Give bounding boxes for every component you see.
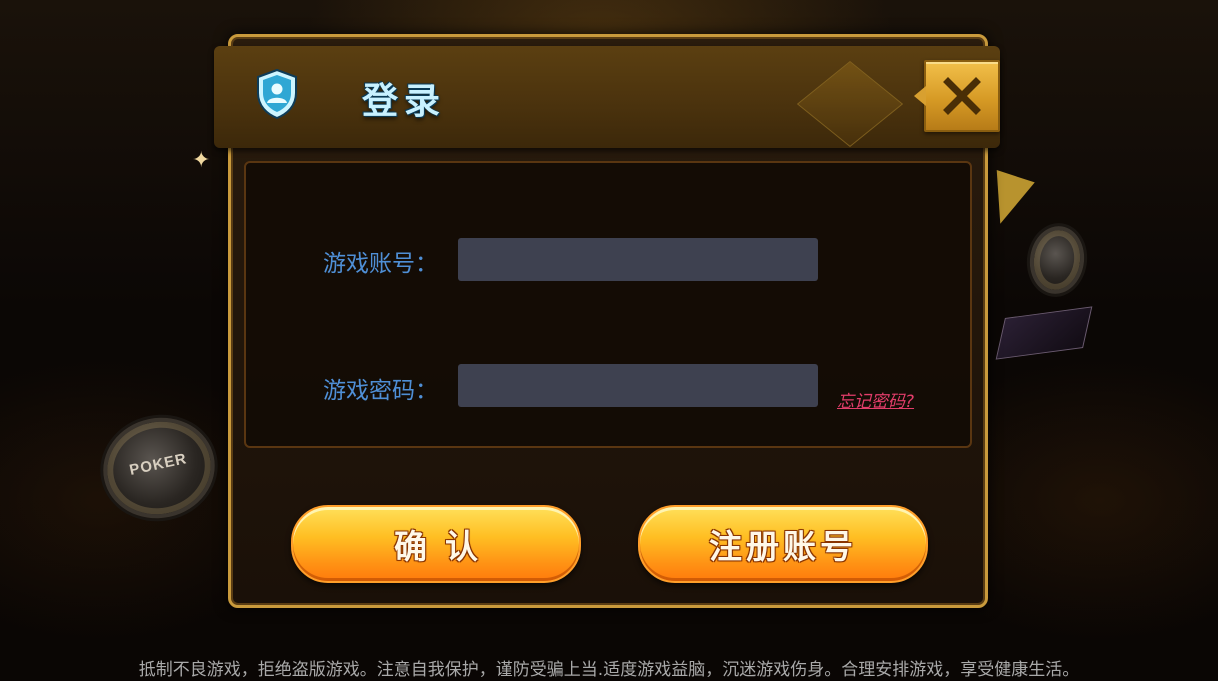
confirm-button-label: 确认: [394, 527, 496, 566]
gold-triangle-decoration: [981, 170, 1035, 230]
register-button[interactable]: 注册账号: [638, 505, 928, 583]
password-label: 游戏密码：: [323, 378, 438, 404]
chip-decoration-right: [1025, 222, 1089, 298]
dialog-title: 登录: [362, 81, 447, 122]
password-input[interactable]: [458, 364, 818, 407]
shield-user-icon: [257, 68, 297, 120]
poker-chip-text: POKER: [127, 450, 189, 479]
poker-chip-decoration: POKER: [93, 407, 225, 529]
health-notice: 抵制不良游戏，拒绝盗版游戏。注意自我保护，谨防受骗上当.适度游戏益脑，沉迷游戏伤…: [138, 660, 1080, 680]
card-decoration: [995, 306, 1093, 360]
forgot-password-link[interactable]: 忘记密码?: [837, 387, 914, 412]
confirm-button[interactable]: 确认: [291, 505, 581, 583]
close-button[interactable]: [914, 60, 1000, 132]
close-icon: [943, 77, 981, 115]
sparkle-icon: ✦: [192, 148, 211, 173]
account-input[interactable]: [458, 238, 818, 281]
register-button-label: 注册账号: [709, 527, 857, 566]
account-label: 游戏账号：: [323, 251, 438, 277]
